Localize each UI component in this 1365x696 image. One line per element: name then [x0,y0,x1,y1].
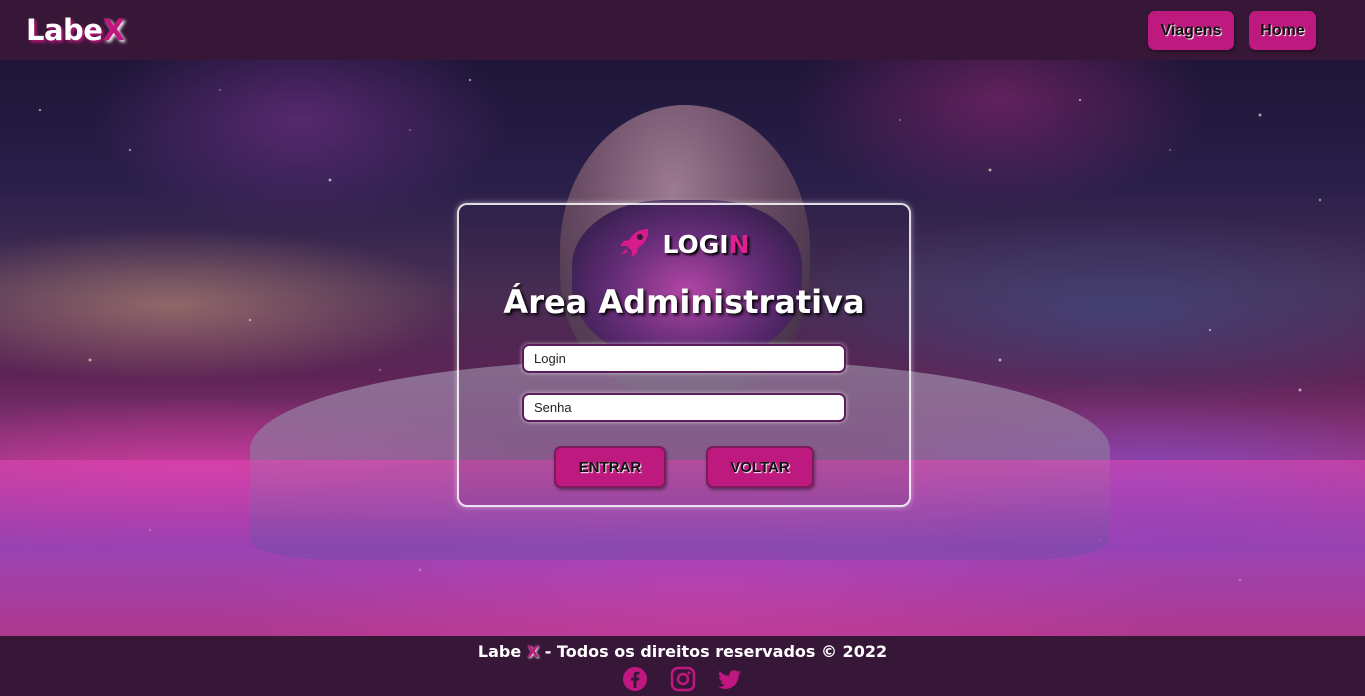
login-heading-main: LOGI [662,230,729,259]
top-navbar: LabeX Viagens Home [0,0,1365,60]
admin-area-title: Área Administrativa [503,283,865,321]
enter-button[interactable]: ENTRAR [554,446,666,488]
social-links [0,666,1365,692]
home-button[interactable]: Home [1249,11,1316,50]
login-heading: LOGIN [459,227,909,261]
footer: Labe X - Todos os direitos reservados © … [0,636,1365,696]
copyright-prefix: Labe [477,642,527,661]
login-card: LOGIN Área Administrativa ENTRAR VOLTAR [457,203,911,507]
back-button[interactable]: VOLTAR [706,446,814,488]
instagram-icon[interactable] [670,666,696,692]
copyright-text: Labe X - Todos os direitos reservados © … [0,641,1365,663]
copyright-suffix: - Todos os direitos reservados © 2022 [539,642,888,661]
facebook-icon[interactable] [622,666,648,692]
login-input[interactable] [522,344,846,373]
brand-logo[interactable]: LabeX [26,12,125,48]
password-input[interactable] [522,393,846,422]
brand-logo-accent: X [102,13,125,47]
twitter-icon[interactable] [717,666,743,692]
login-heading-accent: N [728,230,750,259]
rocket-icon [620,229,649,257]
copyright-accent: X [526,642,540,661]
trips-button[interactable]: Viagens [1148,11,1234,50]
brand-logo-main: Labe [26,13,103,47]
